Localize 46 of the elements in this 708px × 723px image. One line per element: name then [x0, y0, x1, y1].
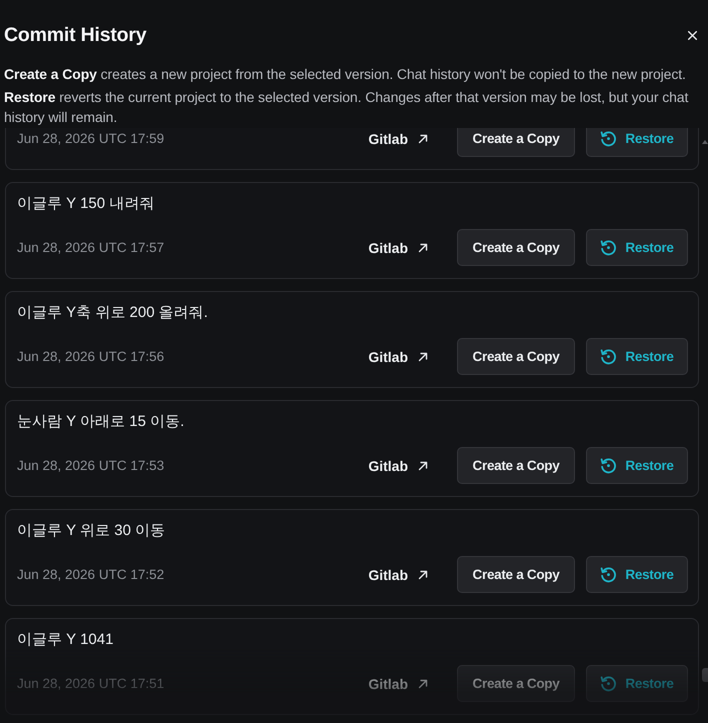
create-copy-button[interactable]: Create a Copy	[457, 338, 575, 375]
external-link[interactable]: Gitlab	[368, 348, 428, 364]
external-link[interactable]: Gitlab	[368, 240, 428, 256]
restore-button[interactable]: Restore	[586, 128, 688, 157]
arrow-up-right-icon	[418, 352, 428, 362]
restore-button[interactable]: Restore	[586, 229, 688, 266]
commit-message: 눈사람 Y 아래로 15 이동.	[16, 412, 186, 432]
restore-button[interactable]: Restore	[586, 556, 688, 593]
restore-button[interactable]: Restore	[586, 447, 688, 484]
scroll-up-icon[interactable]	[702, 140, 708, 144]
commit-message: 이글루 Y 위로 30 이동	[16, 521, 166, 541]
arrow-up-right-icon	[418, 678, 428, 688]
external-link[interactable]: Gitlab	[368, 130, 428, 146]
commit-date: Jun 28, 2026 UTC 17:59	[16, 131, 166, 146]
dialog-title: Commit History	[4, 23, 146, 48]
create-copy-button[interactable]: Create a Copy	[457, 229, 575, 266]
create-copy-button[interactable]: Create a Copy	[457, 665, 575, 702]
create-copy-button[interactable]: Create a Copy	[457, 556, 575, 593]
circular-arrow-icon	[600, 566, 618, 583]
commit-message: 이글루 Y 150 내려줘	[16, 194, 156, 214]
commit-date: Jun 28, 2026 UTC 17:53	[16, 458, 166, 473]
external-link[interactable]: Gitlab	[368, 676, 428, 692]
external-link[interactable]: Gitlab	[368, 566, 428, 582]
close-icon[interactable]	[688, 30, 697, 40]
commit-message: 이글루 Y 1041	[16, 630, 114, 650]
arrow-up-right-icon	[418, 242, 428, 252]
scrollbar-thumb[interactable]	[702, 668, 708, 682]
commit-date: Jun 28, 2026 UTC 17:52	[16, 567, 166, 582]
help-text: Create a Copy creates a new project from the selected version. Chat history won't be copied to the new project.	[4, 65, 687, 84]
create-copy-button[interactable]: Create a Copy	[457, 128, 575, 157]
arrow-up-right-icon	[418, 134, 428, 144]
help-text: Restore reverts the current project to the selected version. Changes after that version may be lost, but your chat history will remain.	[4, 88, 690, 127]
arrow-up-right-icon	[418, 570, 428, 580]
circular-arrow-icon	[600, 130, 618, 147]
commit-date: Jun 28, 2026 UTC 17:51	[16, 676, 166, 691]
restore-button[interactable]: Restore	[586, 338, 688, 375]
commit-message: 이글루 Y축 위로 200 올려줘.	[16, 303, 209, 323]
circular-arrow-icon	[600, 457, 618, 474]
circular-arrow-icon	[600, 348, 618, 365]
create-copy-button[interactable]: Create a Copy	[457, 447, 575, 484]
commit-date: Jun 28, 2026 UTC 17:56	[16, 349, 166, 364]
circular-arrow-icon	[600, 239, 618, 256]
external-link[interactable]: Gitlab	[368, 458, 428, 474]
arrow-up-right-icon	[418, 460, 428, 470]
circular-arrow-icon	[600, 675, 618, 692]
commit-date: Jun 28, 2026 UTC 17:57	[16, 240, 166, 255]
